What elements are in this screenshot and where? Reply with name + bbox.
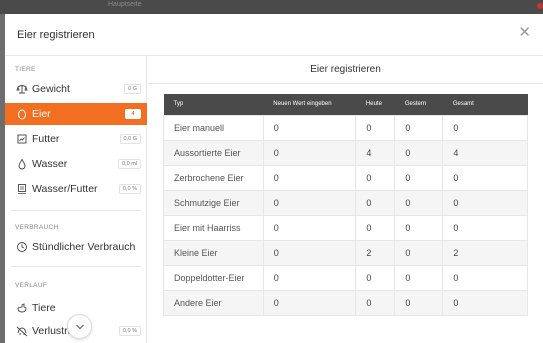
value-badge: 0,0 G (119, 134, 141, 144)
column-header-typ: Typ (163, 94, 264, 115)
new-value-input[interactable]: 0 (262, 164, 357, 191)
sidebar-item-gewicht[interactable]: Gewicht 0 G (5, 78, 147, 100)
water-drop-icon (18, 158, 26, 170)
today-value: 0 (355, 164, 396, 191)
table-row: Doppeldotter-Eier 0 0 0 0 (163, 264, 528, 291)
background-window-bar: Hauptseite (0, 0, 543, 14)
close-icon[interactable]: ✕ (518, 25, 531, 40)
egg-icon (18, 109, 26, 120)
column-header-neuen-wert: Neuen Wert eingeben (263, 94, 356, 115)
new-value-input[interactable]: 0 (262, 139, 357, 166)
table-row: Andere Eier 0 0 0 0 (163, 289, 528, 316)
table-row: Zerbrochene Eier 0 0 0 0 (163, 164, 528, 191)
today-value: 4 (355, 139, 396, 166)
row-type-label: Doppeldotter-Eier (163, 264, 264, 291)
total-value: 0 (442, 164, 528, 191)
sidebar-item-label: Futter (32, 133, 60, 145)
yesterday-value: 0 (394, 164, 444, 191)
yesterday-value: 0 (394, 239, 444, 266)
register-eggs-dialog: Eier registrieren ✕ TIERE Gewicht 0 G Ei… (5, 14, 543, 343)
clock-icon (17, 242, 27, 252)
value-badge: 0 G (124, 84, 141, 94)
total-value: 0 (442, 114, 528, 141)
section-title-tiere: TIERE (15, 66, 36, 73)
value-badge: 0,0 % (118, 326, 141, 336)
sidebar-item-label: Gewicht (32, 83, 70, 95)
new-value-input[interactable]: 0 (262, 289, 357, 316)
sidebar-item-label: Stündlicher Verbrauch (32, 241, 136, 253)
yesterday-value: 0 (394, 139, 444, 166)
section-divider (11, 210, 141, 211)
sidebar-item-label: Wasser (32, 158, 68, 170)
dialog-header: Eier registrieren ✕ (5, 14, 543, 56)
chevron-down-icon (76, 324, 84, 330)
column-header-gesamt: Gesamt (442, 94, 528, 115)
row-type-label: Aussortierte Eier (163, 139, 264, 166)
table-row: Kleine Eier 0 2 0 2 (163, 239, 528, 266)
total-value: 2 (442, 239, 528, 266)
today-value: 0 (355, 189, 396, 216)
total-value: 0 (442, 289, 528, 316)
total-value: 0 (442, 214, 528, 241)
eggs-table: Typ Neuen Wert eingeben Heute Gestern Ge… (163, 94, 528, 316)
sidebar-item-label: Eier (32, 108, 51, 120)
main-content: Eier registrieren Typ Neuen Wert eingebe… (148, 56, 543, 343)
new-value-input[interactable]: 0 (262, 239, 357, 266)
today-value: 0 (355, 114, 396, 141)
column-header-heute: Heute (355, 94, 395, 115)
sidebar-item-stuendlicher-verbrauch[interactable]: Stündlicher Verbrauch (5, 236, 147, 258)
table-row: Schmutzige Eier 0 0 0 0 (163, 189, 528, 216)
yesterday-value: 0 (394, 264, 444, 291)
sidebar-item-label: Tiere (32, 302, 56, 314)
value-badge: 0,0 ml (118, 159, 141, 169)
today-value: 0 (355, 289, 396, 316)
yesterday-value: 0 (394, 289, 444, 316)
today-value: 0 (355, 264, 396, 291)
sidebar-item-futter[interactable]: Futter 0,0 G (5, 128, 147, 150)
dialog-title: Eier registrieren (17, 29, 95, 41)
row-type-label: Andere Eier (163, 289, 264, 316)
today-value: 0 (355, 214, 396, 241)
yesterday-value: 0 (394, 189, 444, 216)
table-row: Aussortierte Eier 0 4 0 4 (163, 139, 528, 166)
loss-icon (16, 326, 28, 337)
table-header-row: Typ Neuen Wert eingeben Heute Gestern Ge… (163, 94, 528, 115)
new-value-input[interactable]: 0 (262, 189, 357, 216)
row-type-label: Eier manuell (163, 114, 264, 141)
new-value-input[interactable]: 0 (262, 114, 357, 141)
background-title: Hauptseite (108, 1, 142, 8)
total-value: 0 (442, 264, 528, 291)
yesterday-value: 0 (394, 214, 444, 241)
chicken-icon (17, 303, 27, 313)
scroll-down-button[interactable] (67, 314, 92, 339)
table-row: Eier manuell 0 0 0 0 (163, 114, 528, 141)
row-type-label: Kleine Eier (163, 239, 264, 266)
column-header-gestern: Gestern (394, 94, 443, 115)
new-value-input[interactable]: 0 (262, 264, 357, 291)
section-title-verbrauch: VERBRAUCH (15, 224, 59, 231)
notification-dot-icon (537, 3, 543, 9)
yesterday-value: 0 (394, 114, 444, 141)
row-type-label: Zerbrochene Eier (163, 164, 264, 191)
row-type-label: Schmutzige Eier (163, 189, 264, 216)
value-badge: 0,0 % (118, 184, 141, 194)
scale-icon (16, 85, 28, 94)
count-badge: 4 (125, 109, 141, 119)
sidebar-item-wasser-futter[interactable]: Wasser/Futter 0,0 % (5, 178, 147, 200)
total-value: 0 (442, 189, 528, 216)
feed-icon (17, 134, 27, 144)
total-value: 4 (442, 139, 528, 166)
sidebar-item-wasser[interactable]: Wasser 0,0 ml (5, 153, 147, 175)
today-value: 2 (355, 239, 396, 266)
sidebar-item-label: Wasser/Futter (32, 183, 98, 195)
sidebar-item-eier[interactable]: Eier 4 (5, 103, 147, 125)
section-divider (11, 266, 141, 267)
section-title-verlauf: VERLAUF (15, 282, 48, 289)
row-type-label: Eier mit Haarriss (163, 214, 264, 241)
content-title: Eier registrieren (148, 56, 543, 84)
table-row: Eier mit Haarriss 0 0 0 0 (163, 214, 528, 241)
new-value-input[interactable]: 0 (262, 214, 357, 241)
ratio-icon (18, 184, 26, 194)
sidebar: TIERE Gewicht 0 G Eier 4 Futter 0,0 G Wa… (5, 56, 147, 343)
